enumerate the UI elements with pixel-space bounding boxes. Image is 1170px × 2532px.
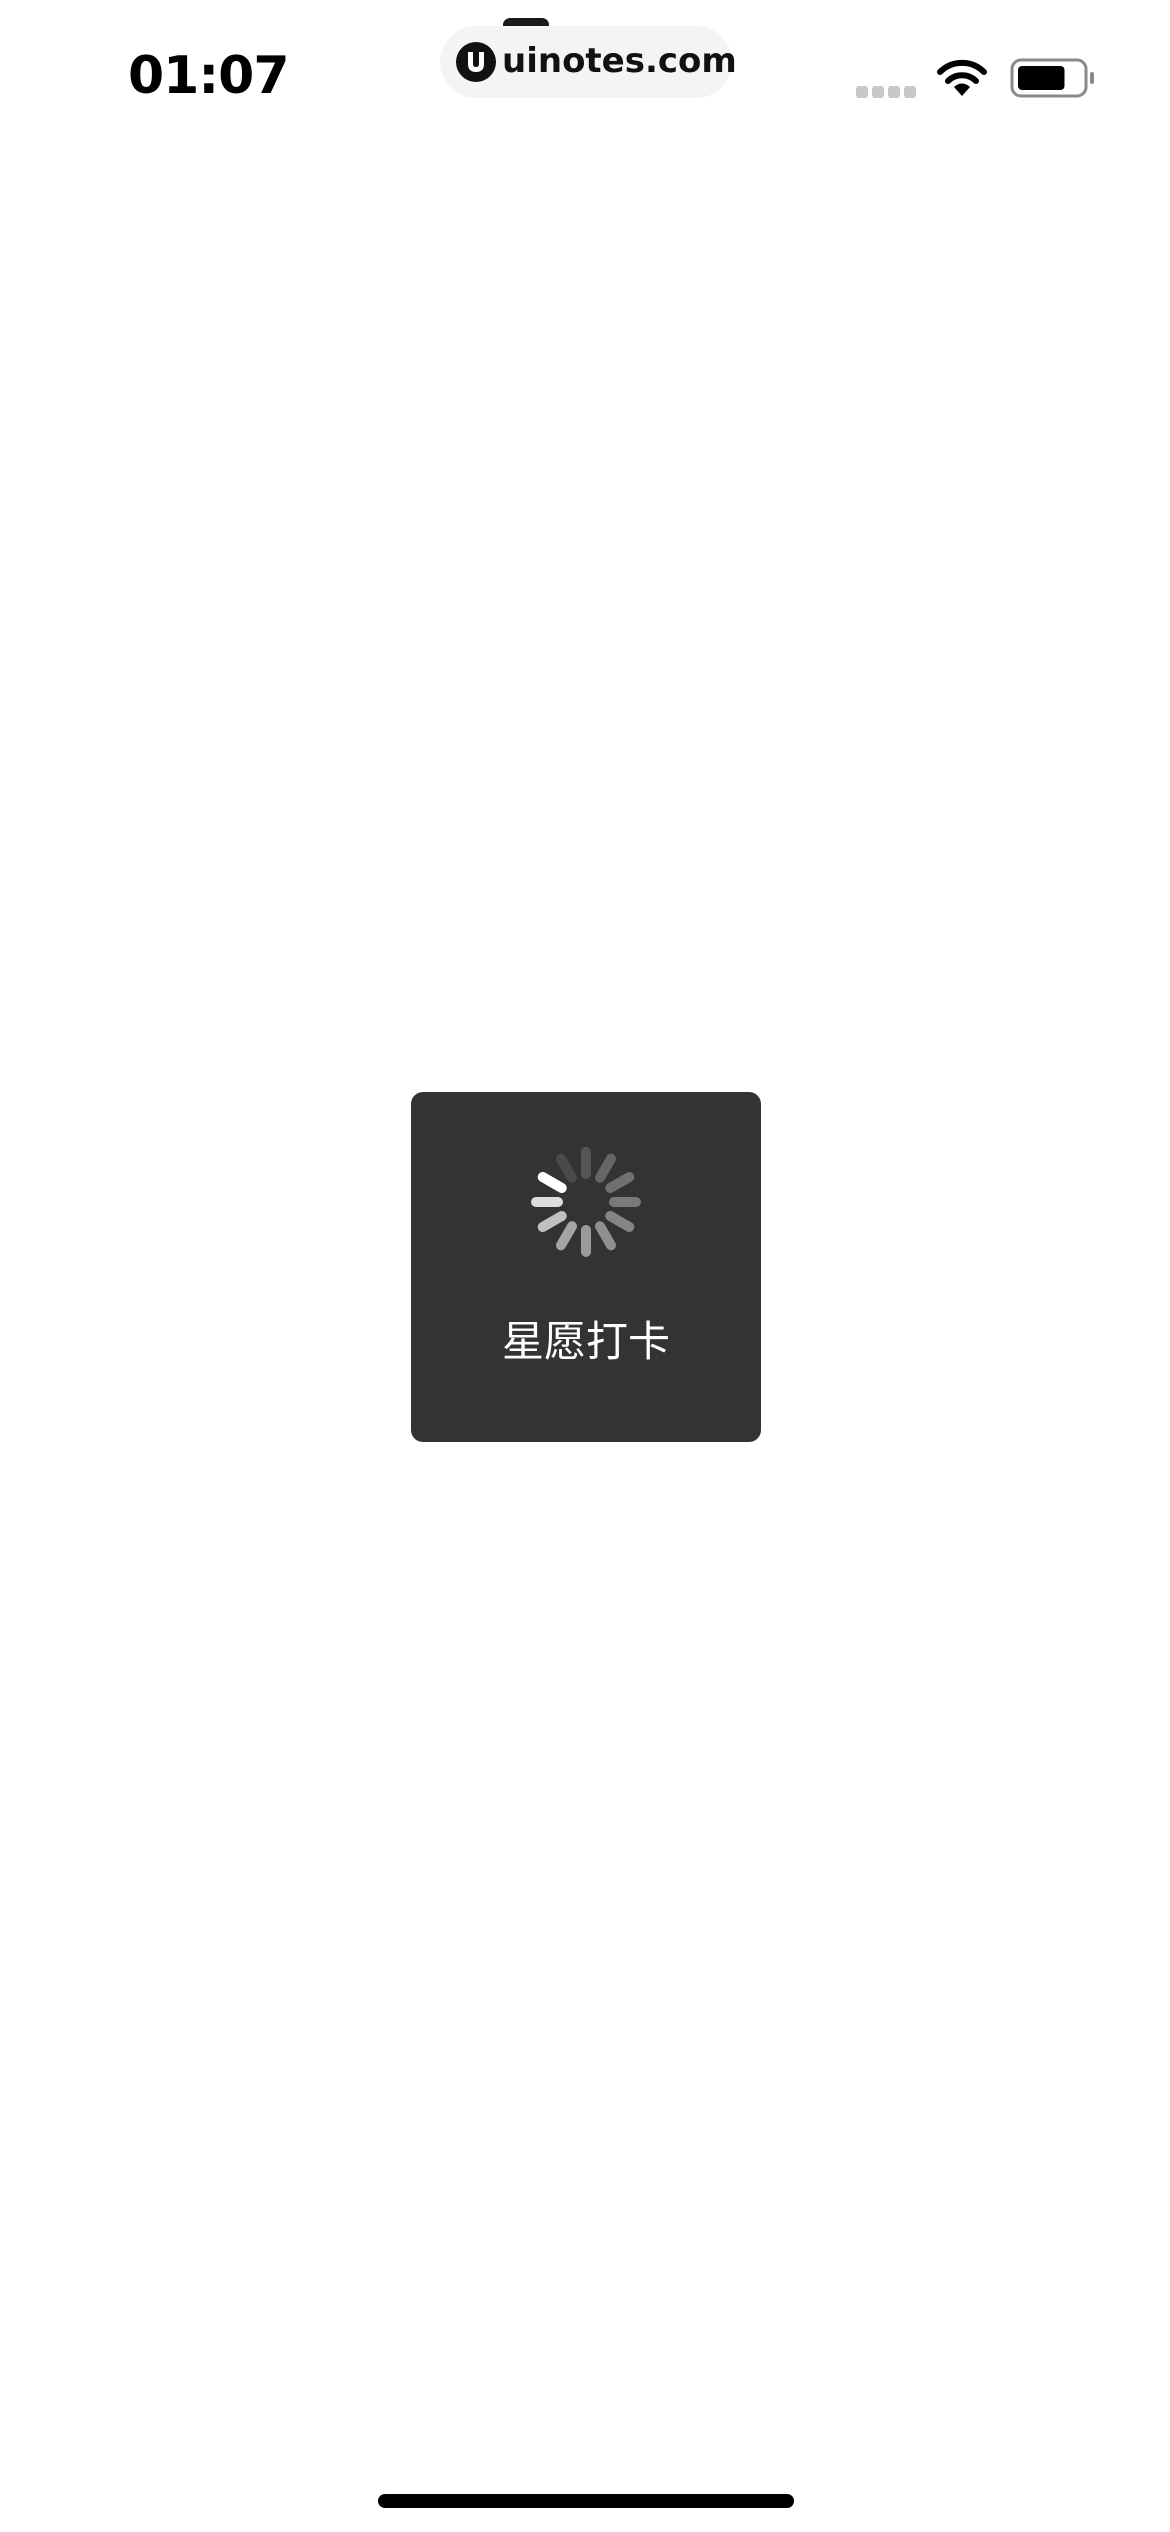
loading-screen: 01:07 uinotes.com 星愿打卡: [0, 0, 1170, 2532]
url-pill[interactable]: uinotes.com: [440, 26, 737, 98]
spinner-segment: [605, 1211, 635, 1232]
spinner-segment: [595, 1221, 616, 1251]
uinotes-logo-icon: [456, 42, 496, 82]
loading-spinner-icon: [531, 1147, 641, 1257]
spinner-segment: [537, 1211, 567, 1232]
status-time: 01:07: [128, 46, 290, 106]
toast-label: 星愿打卡: [501, 1317, 670, 1366]
status-bar: 01:07 uinotes.com: [0, 0, 1170, 150]
spinner-segment: [556, 1153, 577, 1183]
wifi-icon: [937, 59, 987, 96]
spinner-segment: [537, 1172, 567, 1193]
spinner-segment: [556, 1221, 577, 1251]
spinner-segment: [595, 1153, 616, 1183]
cellular-signal-icon: [856, 86, 916, 98]
url-text: uinotes.com: [502, 41, 737, 81]
loading-toast: 星愿打卡: [411, 1092, 761, 1442]
battery-icon: [1010, 58, 1094, 98]
home-indicator[interactable]: [378, 2494, 794, 2508]
spinner-segment: [605, 1172, 635, 1193]
